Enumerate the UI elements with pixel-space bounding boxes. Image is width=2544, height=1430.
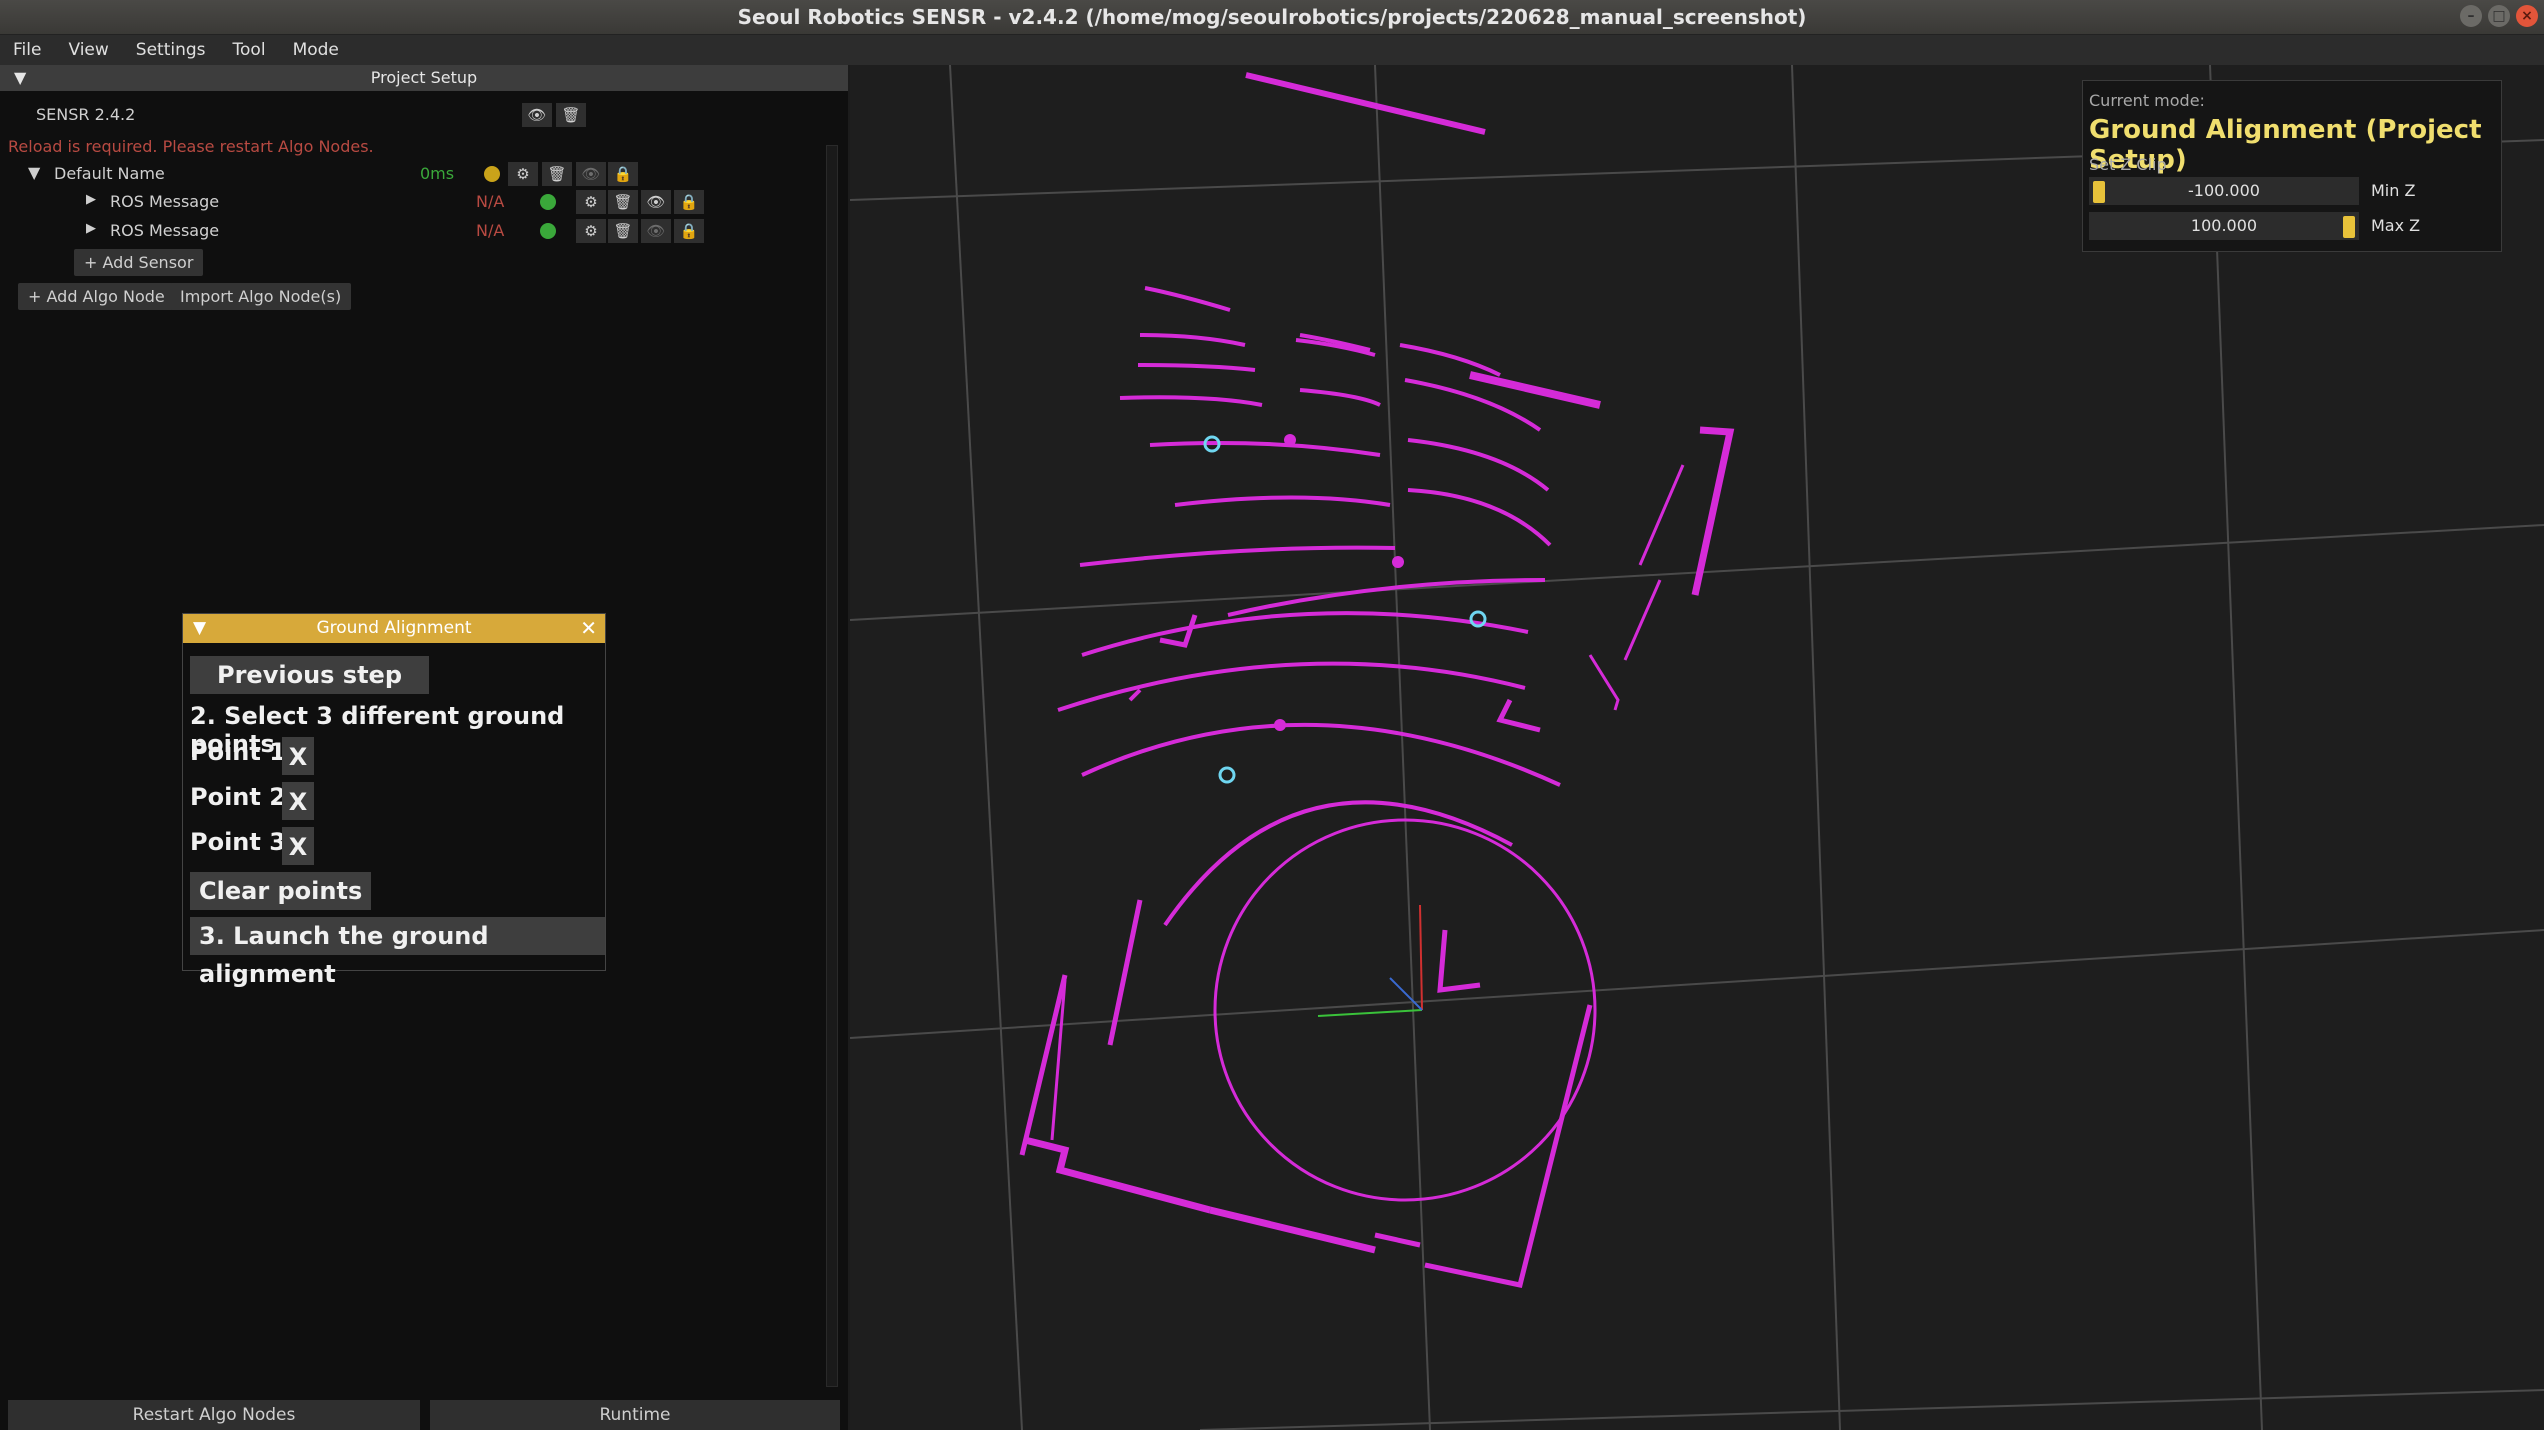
sensor-status-icon bbox=[540, 194, 556, 210]
minimize-icon[interactable]: – bbox=[2460, 5, 2482, 27]
close-icon[interactable]: ✕ bbox=[580, 614, 597, 643]
lock-icon[interactable]: 🔒 bbox=[674, 219, 704, 243]
remove-point-3-button[interactable]: X bbox=[282, 827, 314, 865]
title-bar: Seoul Robotics SENSR - v2.4.2 (/home/mog… bbox=[0, 0, 2544, 35]
current-mode-panel: Current mode: Ground Alignment (Project … bbox=[2082, 80, 2502, 252]
lock-icon[interactable]: 🔒 bbox=[608, 162, 638, 186]
menu-view[interactable]: View bbox=[55, 40, 122, 60]
previous-step-button[interactable]: Previous step bbox=[190, 656, 430, 694]
import-algo-node-button[interactable]: Import Algo Node(s) bbox=[170, 283, 352, 310]
sensor-latency: N/A bbox=[476, 192, 505, 211]
min-z-slider[interactable]: -100.000 bbox=[2089, 177, 2359, 205]
max-z-handle[interactable] bbox=[2343, 216, 2355, 238]
ground-alignment-dialog: ▼ Ground Alignment ✕ Previous step 2. Se… bbox=[182, 613, 606, 988]
panel-scrollbar[interactable] bbox=[826, 145, 838, 1387]
window-controls: – □ × bbox=[2460, 5, 2538, 27]
sensor-name[interactable]: ROS Message bbox=[110, 192, 219, 211]
collapse-triangle-icon[interactable]: ▼ bbox=[193, 614, 206, 643]
menu-settings[interactable]: Settings bbox=[123, 40, 220, 60]
maximize-icon[interactable]: □ bbox=[2488, 5, 2510, 27]
origin-axes bbox=[1317, 904, 1423, 1017]
max-z-slider[interactable]: 100.000 bbox=[2089, 212, 2359, 240]
menu-mode[interactable]: Mode bbox=[280, 40, 353, 60]
remove-point-2-button[interactable]: X bbox=[282, 782, 314, 820]
point-cloud-canvas[interactable] bbox=[850, 65, 2544, 1430]
algo-node-name[interactable]: Default Name bbox=[54, 164, 165, 183]
trash-icon[interactable]: 🗑 bbox=[542, 162, 572, 186]
close-icon[interactable]: × bbox=[2516, 5, 2538, 27]
panel-header[interactable]: ▼ Project Setup bbox=[0, 65, 848, 91]
eye-icon[interactable]: 👁 bbox=[641, 190, 671, 214]
sensor-expand-icon[interactable]: ▶ bbox=[86, 192, 96, 207]
gear-icon[interactable]: ⚙ bbox=[508, 162, 538, 186]
z-clip-label: Set Z Clip bbox=[2089, 155, 2167, 174]
point-1-label: Point 1 bbox=[190, 738, 286, 766]
dialog-header[interactable]: ▼ Ground Alignment ✕ bbox=[183, 614, 605, 643]
eye-icon[interactable]: 👁 bbox=[576, 162, 606, 186]
add-algo-node-button[interactable]: + Add Algo Node bbox=[18, 283, 175, 310]
selected-point-3-marker[interactable] bbox=[1218, 766, 1236, 784]
algo-node-expand-icon[interactable]: ▼ bbox=[28, 163, 40, 182]
menu-file[interactable]: File bbox=[0, 40, 55, 60]
sensor-expand-icon[interactable]: ▶ bbox=[86, 221, 96, 236]
trash-icon[interactable]: 🗑 bbox=[608, 219, 638, 243]
min-z-value: -100.000 bbox=[2188, 181, 2260, 200]
point-2-label: Point 2 bbox=[190, 783, 286, 811]
remove-point-1-button[interactable]: X bbox=[282, 737, 314, 775]
panel-title: Project Setup bbox=[370, 68, 478, 87]
version-label: SENSR 2.4.2 bbox=[36, 105, 136, 124]
point-3-label: Point 3 bbox=[190, 828, 286, 856]
max-z-label: Max Z bbox=[2371, 216, 2421, 235]
eye-icon[interactable]: 👁 bbox=[522, 103, 552, 127]
point-cloud bbox=[1019, 72, 1735, 1288]
lock-icon[interactable]: 🔒 bbox=[674, 190, 704, 214]
launch-ground-alignment-button[interactable]: 3. Launch the ground alignment bbox=[190, 917, 605, 988]
sensor-name[interactable]: ROS Message bbox=[110, 221, 219, 240]
window-title: Seoul Robotics SENSR - v2.4.2 (/home/mog… bbox=[737, 5, 1807, 29]
sensor-status-icon bbox=[540, 223, 556, 239]
trash-icon[interactable]: 🗑 bbox=[608, 190, 638, 214]
min-z-label: Min Z bbox=[2371, 181, 2416, 200]
min-z-handle[interactable] bbox=[2093, 181, 2105, 203]
runtime-button[interactable]: Runtime bbox=[430, 1400, 840, 1430]
collapse-triangle-icon[interactable]: ▼ bbox=[14, 65, 26, 91]
dialog-title: Ground Alignment bbox=[316, 618, 472, 638]
menu-bar: File View Settings Tool Mode bbox=[0, 35, 2544, 65]
reload-warning: Reload is required. Please restart Algo … bbox=[8, 137, 374, 156]
restart-algo-nodes-button[interactable]: Restart Algo Nodes bbox=[8, 1400, 420, 1430]
current-mode-label: Current mode: bbox=[2089, 91, 2205, 110]
max-z-value: 100.000 bbox=[2190, 216, 2258, 235]
add-sensor-button[interactable]: + Add Sensor bbox=[74, 249, 204, 276]
gear-icon[interactable]: ⚙ bbox=[576, 219, 606, 243]
algo-node-status-icon bbox=[484, 166, 500, 182]
ground-grid bbox=[850, 65, 2544, 1430]
eye-icon[interactable]: 👁 bbox=[641, 219, 671, 243]
sensor-latency: N/A bbox=[476, 221, 505, 240]
point-cloud-viewport[interactable] bbox=[850, 65, 2544, 1430]
menu-tool[interactable]: Tool bbox=[220, 40, 280, 60]
clear-points-button[interactable]: Clear points bbox=[190, 872, 372, 910]
gear-icon[interactable]: ⚙ bbox=[576, 190, 606, 214]
trash-icon[interactable]: 🗑 bbox=[556, 103, 586, 127]
algo-node-latency: 0ms bbox=[420, 164, 455, 183]
